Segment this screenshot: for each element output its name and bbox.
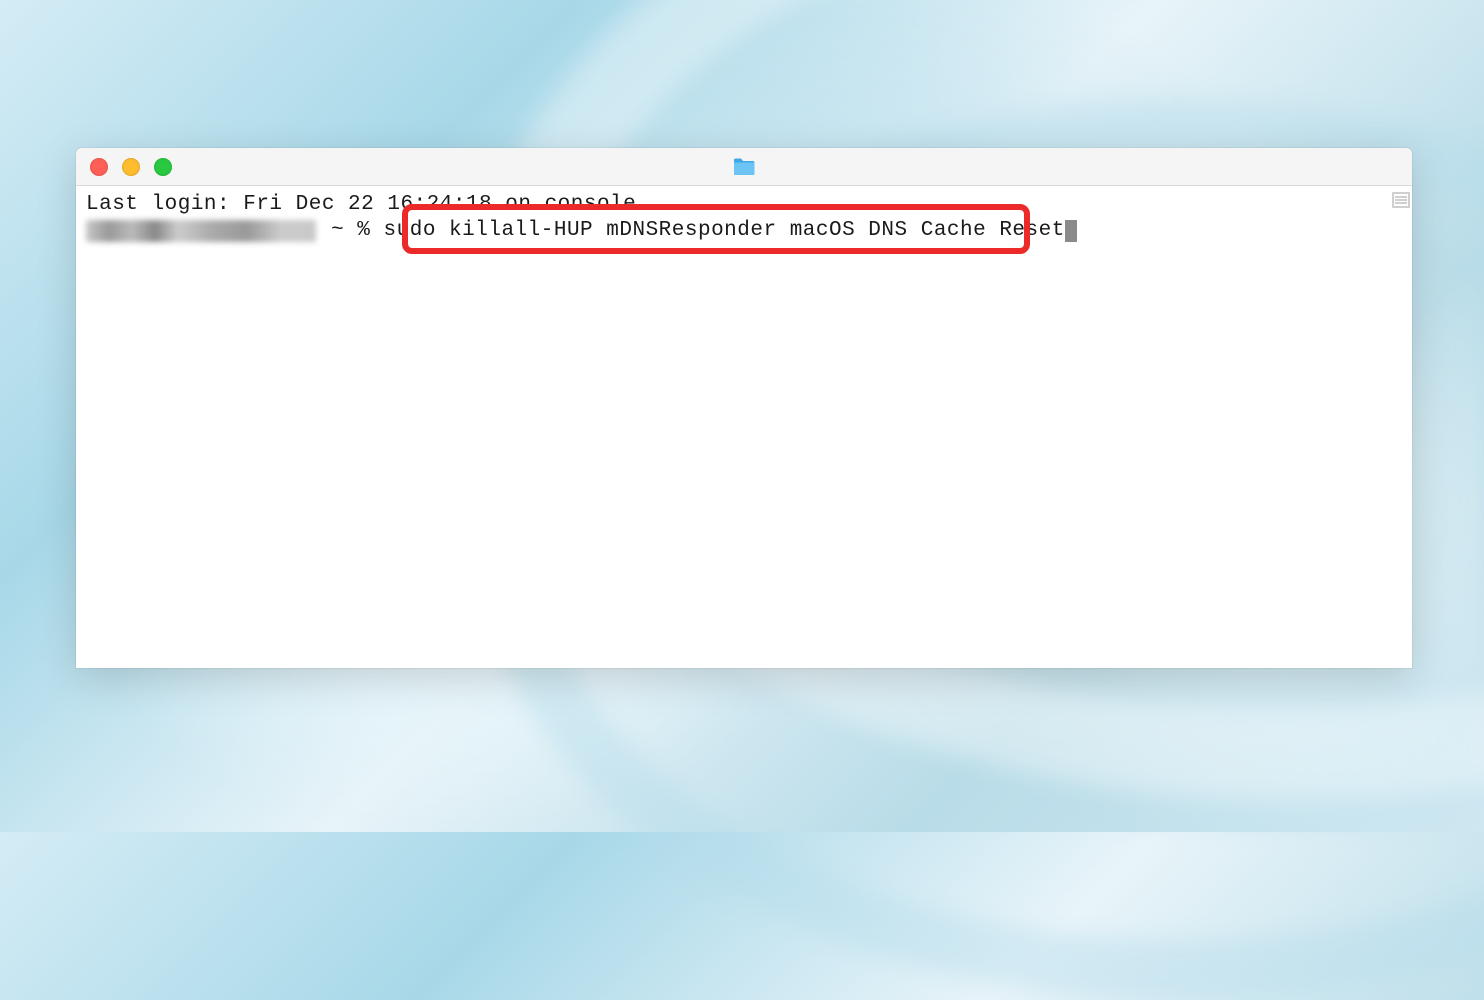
last-login-line: Last login: Fri Dec 22 16:24:18 on conso…: [86, 192, 1402, 218]
command-text: killall-HUP mDNSResponder macOS DNS Cach…: [436, 218, 1065, 244]
traffic-lights: [90, 158, 172, 176]
minimize-button[interactable]: [122, 158, 140, 176]
window-title: [732, 157, 756, 177]
window-titlebar: [76, 148, 1412, 186]
terminal-body[interactable]: Last login: Fri Dec 22 16:24:18 on conso…: [76, 186, 1412, 668]
maximize-button[interactable]: [154, 158, 172, 176]
terminal-cursor: [1065, 220, 1077, 242]
close-button[interactable]: [90, 158, 108, 176]
blurred-hostname: [86, 220, 316, 242]
folder-icon: [732, 157, 756, 177]
terminal-window: Last login: Fri Dec 22 16:24:18 on conso…: [76, 148, 1412, 668]
prompt-line: ~ % sudo killall-HUP mDNSResponder macOS…: [86, 218, 1402, 244]
command-prefix: sudo: [384, 218, 436, 244]
list-icon: [1392, 192, 1410, 208]
prompt-symbol: ~ %: [318, 218, 384, 244]
